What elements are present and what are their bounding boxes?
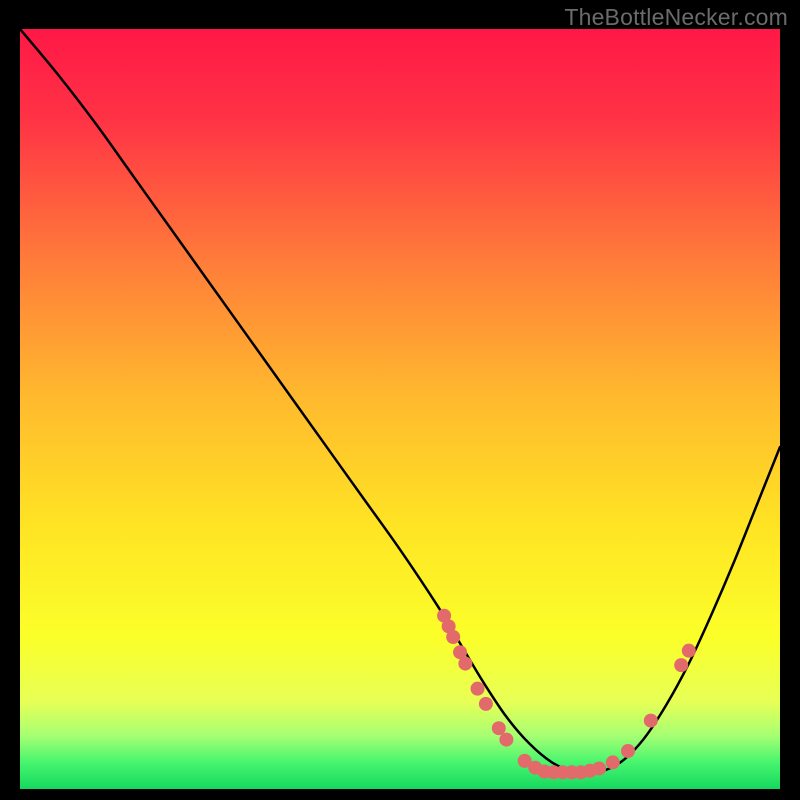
data-point (471, 682, 485, 696)
data-point (446, 630, 460, 644)
watermark-text: TheBottleNecker.com (564, 4, 788, 31)
gradient-background (20, 29, 780, 789)
data-point (492, 721, 506, 735)
data-point (682, 644, 696, 658)
chart-frame (20, 29, 780, 789)
data-point (479, 697, 493, 711)
bottleneck-chart (20, 29, 780, 789)
data-point (621, 744, 635, 758)
data-point (644, 714, 658, 728)
data-point (674, 658, 688, 672)
data-point (592, 761, 606, 775)
data-point (606, 755, 620, 769)
data-point (458, 657, 472, 671)
data-point (499, 733, 513, 747)
